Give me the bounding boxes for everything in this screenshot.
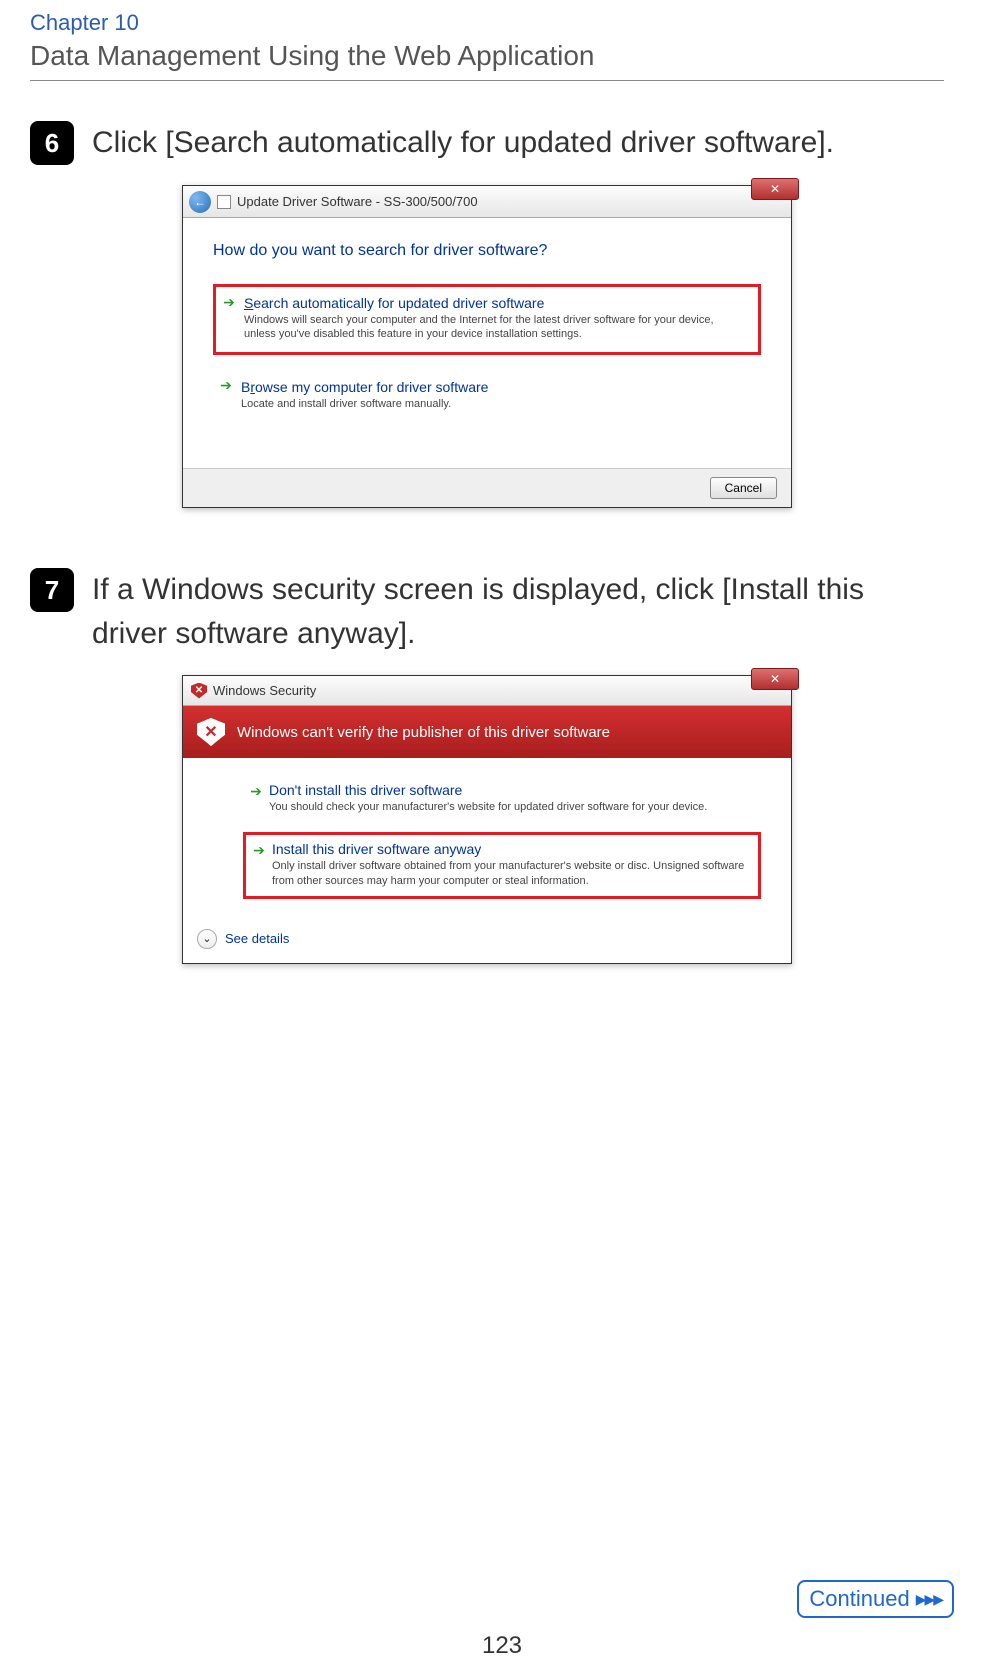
chapter-title: Data Management Using the Web Applicatio… xyxy=(30,40,944,72)
chevron-down-icon[interactable]: ⌄ xyxy=(197,929,217,949)
update-driver-dialog: ← Update Driver Software - SS-300/500/70… xyxy=(182,185,792,508)
install-anyway-title: Install this driver software anyway xyxy=(272,841,750,857)
continued-label: Continued xyxy=(809,1586,909,1612)
step-7: 7 If a Windows security screen is displa… xyxy=(30,568,944,655)
banner-text: Windows can't verify the publisher of th… xyxy=(237,724,610,741)
option-browse-computer[interactable]: ➔ Browse my computer for driver software… xyxy=(213,371,761,421)
header-divider xyxy=(30,80,944,81)
dialog2-title: Windows Security xyxy=(213,683,316,698)
step-6-text: Click [Search automatically for updated … xyxy=(92,121,944,165)
step-6-badge: 6 xyxy=(30,121,74,165)
dialog1-heading: How do you want to search for driver sof… xyxy=(213,242,761,260)
triangle-right-icon: ▶▶▶ xyxy=(916,1591,942,1608)
shield-icon: ✕ xyxy=(197,718,225,746)
option1-desc: Windows will search your computer and th… xyxy=(244,313,724,342)
back-icon[interactable]: ← xyxy=(189,191,211,213)
shield-icon: ✕ xyxy=(191,683,207,699)
option-dont-install[interactable]: ➔ Don't install this driver software You… xyxy=(243,776,761,822)
step-6: 6 Click [Search automatically for update… xyxy=(30,121,944,165)
step-7-badge: 7 xyxy=(30,568,74,612)
window-icon xyxy=(217,195,231,209)
option2-title: Browse my computer for driver software xyxy=(241,379,751,395)
option2-desc: Locate and install driver software manua… xyxy=(241,397,721,411)
dialog1-title: Update Driver Software - SS-300/500/700 xyxy=(237,194,478,209)
arrow-right-icon: ➔ xyxy=(249,784,263,798)
windows-security-dialog: ✕ Windows Security ✕ ✕ Windows can't ver… xyxy=(182,675,792,964)
dialog2-footer: ⌄ See details xyxy=(183,919,791,963)
arrow-right-icon: ➔ xyxy=(222,295,236,309)
option-search-automatically[interactable]: ➔ Search automatically for updated drive… xyxy=(213,284,761,355)
arrow-right-icon: ➔ xyxy=(252,843,266,857)
close-icon[interactable]: ✕ xyxy=(751,668,799,690)
dialog2-titlebar: ✕ Windows Security ✕ xyxy=(183,676,791,706)
cancel-button[interactable]: Cancel xyxy=(710,477,777,499)
chapter-label: Chapter 10 xyxy=(30,10,944,36)
dialog1-body: How do you want to search for driver sof… xyxy=(183,218,791,468)
dont-install-title: Don't install this driver software xyxy=(269,782,753,798)
dont-install-desc: You should check your manufacturer's web… xyxy=(269,800,753,814)
page-number: 123 xyxy=(0,1632,1004,1660)
security-banner: ✕ Windows can't verify the publisher of … xyxy=(183,706,791,758)
dialog1-titlebar: ← Update Driver Software - SS-300/500/70… xyxy=(183,186,791,218)
option1-title: Search automatically for updated driver … xyxy=(244,295,748,311)
dialog1-footer: Cancel xyxy=(183,468,791,507)
dialog2-body: ➔ Don't install this driver software You… xyxy=(183,758,791,919)
arrow-right-icon: ➔ xyxy=(219,379,233,393)
install-anyway-desc: Only install driver software obtained fr… xyxy=(272,859,750,888)
continued-badge: Continued ▶▶▶ xyxy=(797,1580,954,1618)
option-install-anyway[interactable]: ➔ Install this driver software anyway On… xyxy=(243,832,761,899)
step-7-text: If a Windows security screen is displaye… xyxy=(92,568,944,655)
see-details-link[interactable]: See details xyxy=(225,931,289,946)
close-icon[interactable]: ✕ xyxy=(751,178,799,200)
